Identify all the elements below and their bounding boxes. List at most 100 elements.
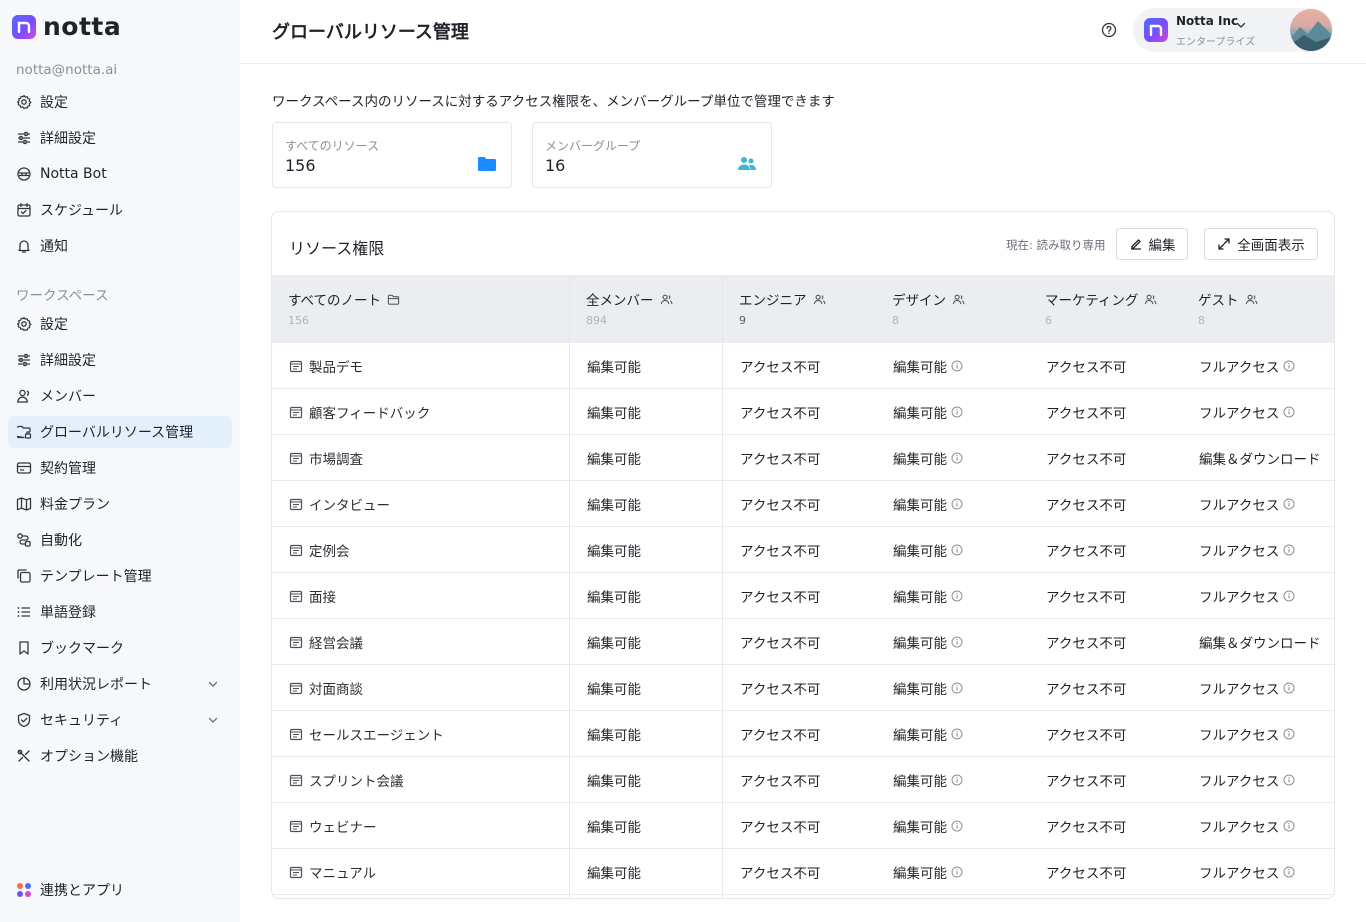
permission-cell-design: 編集可能 (893, 849, 963, 895)
permission-value: フルアクセス (1199, 498, 1280, 514)
table-row[interactable]: インタビュー 編集可能 アクセス不可 編集可能 アクセス不可 フルアクセス (272, 481, 1334, 527)
permission-value: 編集可能 (893, 360, 947, 376)
resource-name-cell[interactable]: セールスエージェント (289, 711, 444, 757)
info-icon[interactable] (951, 866, 963, 878)
resource-name-cell[interactable]: ウェビナー (289, 803, 377, 849)
info-icon[interactable] (1283, 820, 1295, 832)
info-icon[interactable] (951, 498, 963, 510)
table-row[interactable]: 市場調査 編集可能 アクセス不可 編集可能 アクセス不可 編集＆ダウンロード (272, 435, 1334, 481)
info-icon[interactable] (951, 360, 963, 372)
info-icon[interactable] (1283, 590, 1295, 602)
integrations-link[interactable]: 連携とアプリ (8, 874, 232, 906)
sidebar-workspace-item-0[interactable]: 設定 (8, 308, 232, 340)
table-row[interactable]: スプリント会議 編集可能 アクセス不可 編集可能 アクセス不可 フルアクセス (272, 757, 1334, 803)
resource-name-cell[interactable]: スプリント会議 (289, 757, 404, 803)
table-row[interactable]: セールスエージェント 編集可能 アクセス不可 編集可能 アクセス不可 フルアクセス (272, 711, 1334, 757)
info-icon[interactable] (1283, 682, 1295, 694)
edit-button[interactable]: 編集 (1116, 228, 1188, 260)
table-row[interactable]: 顧客フィードバック 編集可能 アクセス不可 編集可能 アクセス不可 フルアクセス (272, 389, 1334, 435)
notta-logo[interactable]: notta (12, 14, 121, 40)
info-icon[interactable] (1283, 360, 1295, 372)
info-icon[interactable] (1283, 866, 1295, 878)
permission-value: 編集可能 (893, 820, 947, 836)
info-icon[interactable] (1283, 728, 1295, 740)
info-icon[interactable] (951, 820, 963, 832)
info-icon[interactable] (951, 452, 963, 464)
avatar[interactable] (1290, 9, 1332, 51)
permission-cell-mkt: アクセス不可 (1046, 711, 1126, 757)
permission-value: 編集可能 (587, 360, 641, 376)
table-row[interactable]: 面接 編集可能 アクセス不可 編集可能 アクセス不可 フルアクセス (272, 573, 1334, 619)
resource-name-cell[interactable]: マニュアル (289, 849, 376, 895)
resource-name-cell[interactable]: インタビュー (289, 481, 390, 527)
info-icon[interactable] (1283, 774, 1295, 786)
sliders-icon (16, 352, 32, 368)
column-header-guest[interactable]: ゲスト 8 (1182, 275, 1334, 343)
permission-cell-eng: アクセス不可 (740, 803, 820, 849)
info-icon[interactable] (1283, 498, 1295, 510)
fullscreen-button[interactable]: 全画面表示 (1204, 228, 1318, 260)
info-icon[interactable] (951, 544, 963, 556)
table-row[interactable]: 対面商談 編集可能 アクセス不可 編集可能 アクセス不可 フルアクセス (272, 665, 1334, 711)
resource-name-cell[interactable]: 製品デモ (289, 343, 363, 389)
column-header-notes[interactable]: すべてのノート 156 (272, 275, 570, 343)
resource-name-cell[interactable]: 面接 (289, 573, 336, 619)
sidebar-workspace-item-3[interactable]: グローバルリソース管理 (8, 416, 232, 448)
sidebar-account-item-3[interactable]: スケジュール (8, 194, 232, 226)
sidebar-workspace-item-4[interactable]: 契約管理 (8, 452, 232, 484)
permission-cell-all: 編集可能 (587, 527, 641, 573)
resource-name-cell[interactable]: 定例会 (289, 527, 350, 573)
sidebar-workspace-item-5[interactable]: 料金プラン (8, 488, 232, 520)
table-row[interactable]: 経営会議 編集可能 アクセス不可 編集可能 アクセス不可 編集＆ダウンロード (272, 619, 1334, 665)
sidebar-account-item-4[interactable]: 通知 (8, 230, 232, 262)
column-header-design[interactable]: デザイン 8 (876, 275, 1029, 343)
sidebar-workspace-item-10[interactable]: 利用状況レポート (8, 668, 232, 700)
permission-value: アクセス不可 (740, 820, 821, 836)
table-header: すべてのノート 156 全メンバー 894 エンジニア 9 デザイン 8 マーケ… (272, 275, 1334, 343)
info-icon[interactable] (951, 636, 963, 648)
column-header-all-members[interactable]: 全メンバー 894 (570, 275, 723, 343)
info-icon[interactable] (951, 590, 963, 602)
account-switcher[interactable]: Notta Inc エンタープライズ (1133, 8, 1333, 52)
column-title: デザイン (892, 293, 946, 309)
table-row[interactable]: マニュアル 編集可能 アクセス不可 編集可能 アクセス不可 フルアクセス (272, 849, 1334, 895)
permission-cell-eng: アクセス不可 (740, 573, 820, 619)
resource-name-cell[interactable]: 経営会議 (289, 619, 363, 665)
folder-note-icon (289, 820, 303, 833)
sidebar-account-item-1[interactable]: 詳細設定 (8, 122, 232, 154)
info-icon[interactable] (951, 728, 963, 740)
group-icon (737, 155, 757, 173)
permission-cell-eng: アクセス不可 (740, 343, 820, 389)
info-icon[interactable] (1283, 406, 1295, 418)
info-icon[interactable] (951, 774, 963, 786)
sidebar-account-item-2[interactable]: Notta Bot (8, 158, 232, 190)
info-icon[interactable] (951, 406, 963, 418)
sidebar-workspace-item-1[interactable]: 詳細設定 (8, 344, 232, 376)
help-icon[interactable] (1101, 22, 1117, 38)
sidebar-workspace-item-9[interactable]: ブックマーク (8, 632, 232, 664)
stat-card-resources: すべてのリソース 156 (272, 122, 512, 188)
resource-name-cell[interactable]: 顧客フィードバック (289, 389, 430, 435)
sidebar-workspace-item-12[interactable]: オプション機能 (8, 740, 232, 772)
sidebar-workspace-item-2[interactable]: メンバー (8, 380, 232, 412)
resource-name-cell[interactable]: 対面商談 (289, 665, 363, 711)
pencil-icon (1130, 239, 1141, 250)
permission-cell-mkt: アクセス不可 (1046, 757, 1126, 803)
sidebar-workspace-item-6[interactable]: 自動化 (8, 524, 232, 556)
sidebar-workspace-item-8[interactable]: 単語登録 (8, 596, 232, 628)
sidebar-workspace-item-11[interactable]: セキュリティ (8, 704, 232, 736)
permission-value: フルアクセス (1199, 774, 1280, 790)
table-row[interactable]: 製品デモ 編集可能 アクセス不可 編集可能 アクセス不可 フルアクセス (272, 343, 1334, 389)
chevron-down-icon (206, 713, 220, 727)
table-row[interactable]: ウェビナー 編集可能 アクセス不可 編集可能 アクセス不可 フルアクセス (272, 803, 1334, 849)
info-icon[interactable] (1283, 544, 1295, 556)
column-header-engineer[interactable]: エンジニア 9 (723, 275, 876, 343)
sidebar-workspace-item-7[interactable]: テンプレート管理 (8, 560, 232, 592)
permission-value: 編集可能 (893, 544, 947, 560)
info-icon[interactable] (951, 682, 963, 694)
table-row[interactable]: 定例会 編集可能 アクセス不可 編集可能 アクセス不可 フルアクセス (272, 527, 1334, 573)
sidebar-account-item-0[interactable]: 設定 (8, 86, 232, 118)
column-header-marketing[interactable]: マーケティング 6 (1029, 275, 1182, 343)
stat-value: 156 (285, 156, 316, 175)
resource-name-cell[interactable]: 市場調査 (289, 435, 363, 481)
